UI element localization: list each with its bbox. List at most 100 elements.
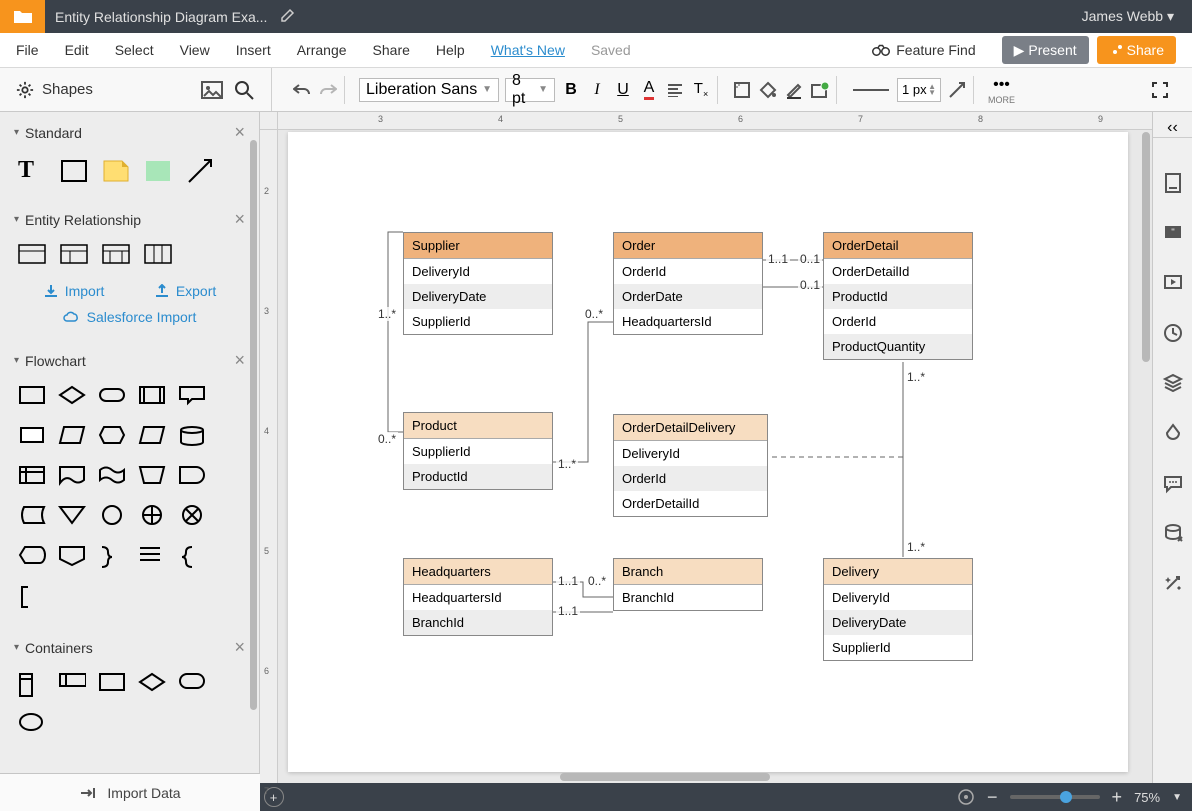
arrow-shape[interactable] [186, 157, 214, 185]
shape-options-icon[interactable] [810, 80, 830, 100]
sidebar-scrollbar[interactable] [250, 140, 257, 710]
fill-icon[interactable] [758, 80, 778, 100]
fc-manual[interactable] [138, 465, 166, 493]
fc-brace-l[interactable] [178, 545, 206, 573]
fc-tape[interactable] [98, 465, 126, 493]
entity-supplier[interactable]: Supplier DeliveryId DeliveryDate Supplie… [403, 232, 553, 335]
theme-icon[interactable] [1162, 422, 1184, 444]
menu-insert[interactable]: Insert [236, 42, 271, 58]
collapse-panel-icon[interactable]: ‹‹ [1153, 118, 1192, 138]
shape-rect-icon[interactable] [732, 80, 752, 100]
menu-select[interactable]: Select [115, 42, 154, 58]
fc-delay[interactable] [178, 465, 206, 493]
fc-list[interactable] [138, 545, 166, 573]
entity-product[interactable]: Product SupplierId ProductId [403, 412, 553, 490]
entity-order[interactable]: Order OrderId OrderDate HeadquartersId [613, 232, 763, 335]
data-icon[interactable] [1162, 522, 1184, 544]
menu-edit[interactable]: Edit [65, 42, 89, 58]
er-table3[interactable] [102, 244, 130, 269]
menu-file[interactable]: File [16, 42, 39, 58]
close-icon[interactable]: × [234, 209, 245, 230]
fc-stored[interactable] [18, 505, 46, 533]
fc-card[interactable] [18, 425, 46, 453]
menu-whats-new[interactable]: What's New [491, 42, 565, 58]
note-shape[interactable] [102, 157, 130, 185]
er-table2[interactable] [60, 244, 88, 269]
bold-icon[interactable]: B [561, 80, 581, 100]
fc-callout[interactable] [178, 385, 206, 413]
fc-intern[interactable] [18, 465, 46, 493]
close-icon[interactable]: × [234, 122, 245, 143]
menu-help[interactable]: Help [436, 42, 465, 58]
line-arrow-icon[interactable] [947, 80, 967, 100]
close-icon[interactable]: × [234, 350, 245, 371]
salesforce-import-link[interactable]: Salesforce Import [63, 309, 197, 325]
image-icon[interactable] [201, 79, 223, 101]
zoom-slider[interactable] [1010, 795, 1100, 799]
cont-6[interactable] [18, 712, 46, 740]
import-data-button[interactable]: Import Data [0, 773, 260, 811]
fc-diamond[interactable] [58, 385, 86, 413]
present-button[interactable]: ▶ Present [1002, 36, 1089, 64]
section-flowchart[interactable]: ▾Flowchart× [0, 340, 259, 381]
gear-icon[interactable] [16, 81, 34, 99]
menu-share[interactable]: Share [373, 42, 410, 58]
section-containers[interactable]: ▾Containers× [0, 627, 259, 668]
page-settings-icon[interactable] [1162, 172, 1184, 194]
font-size-select[interactable]: 8 pt▼ [505, 78, 555, 102]
chat-icon[interactable] [1162, 472, 1184, 494]
section-standard[interactable]: ▾Standard× [0, 112, 259, 153]
fc-display[interactable] [18, 545, 46, 573]
text-color-icon[interactable]: A [639, 80, 659, 100]
cont-4[interactable] [138, 672, 166, 700]
fullscreen-icon[interactable] [1150, 80, 1170, 100]
search-icon[interactable] [233, 79, 255, 101]
share-button[interactable]: Share [1097, 36, 1176, 64]
italic-icon[interactable]: I [587, 80, 607, 100]
comments-icon[interactable]: '' [1162, 222, 1184, 244]
entity-delivery[interactable]: Delivery DeliveryId DeliveryDate Supplie… [823, 558, 973, 661]
line-style-icon[interactable] [851, 80, 891, 100]
fc-rect[interactable] [18, 385, 46, 413]
underline-icon[interactable]: U [613, 80, 633, 100]
entity-orderdetaildelivery[interactable]: OrderDetailDelivery DeliveryId OrderId O… [613, 414, 768, 517]
magic-icon[interactable] [1162, 572, 1184, 594]
fc-bracket[interactable] [18, 585, 46, 613]
cont-2[interactable] [58, 672, 86, 700]
layers-icon[interactable] [1162, 372, 1184, 394]
more-icon[interactable]: ••• [992, 75, 1012, 95]
canvas-scrollbar-h[interactable] [560, 773, 770, 781]
fc-or[interactable] [138, 505, 166, 533]
menu-view[interactable]: View [180, 42, 210, 58]
clear-format-icon[interactable]: T× [691, 80, 711, 100]
fc-trap[interactable] [58, 425, 86, 453]
edit-title-icon[interactable] [281, 8, 295, 25]
canvas-scrollbar-v[interactable] [1142, 132, 1150, 362]
cont-5[interactable] [178, 672, 206, 700]
document-title[interactable]: Entity Relationship Diagram Exa... [45, 9, 267, 25]
fc-conn[interactable] [98, 505, 126, 533]
feature-find[interactable]: Feature Find [896, 42, 975, 58]
menu-arrange[interactable]: Arrange [297, 42, 347, 58]
page[interactable]: Supplier DeliveryId DeliveryDate Supplie… [288, 132, 1128, 772]
redo-icon[interactable] [318, 80, 338, 100]
cont-1[interactable] [18, 672, 46, 700]
close-icon[interactable]: × [234, 637, 245, 658]
fc-brace-r[interactable] [98, 545, 126, 573]
folder-icon[interactable] [0, 0, 45, 33]
fc-merge[interactable] [58, 505, 86, 533]
rect-shape[interactable] [60, 157, 88, 185]
block-shape[interactable] [144, 157, 172, 185]
fc-cyl[interactable] [178, 425, 206, 453]
zoom-level[interactable]: 75% [1134, 790, 1160, 805]
fc-offpage[interactable] [58, 545, 86, 573]
line-width-input[interactable]: 1 px▲▼ [897, 78, 941, 102]
present-panel-icon[interactable] [1162, 272, 1184, 294]
entity-orderdetail[interactable]: OrderDetail OrderDetailId ProductId Orde… [823, 232, 973, 360]
er-table4[interactable] [144, 244, 172, 269]
export-link[interactable]: Export [154, 283, 216, 299]
user-menu[interactable]: James Webb ▾ [1082, 8, 1192, 25]
canvas[interactable]: 3 4 5 6 7 8 9 2 3 4 5 6 7 [260, 112, 1152, 783]
zoom-out-button[interactable]: − [987, 787, 998, 808]
entity-branch[interactable]: Branch BranchId [613, 558, 763, 611]
